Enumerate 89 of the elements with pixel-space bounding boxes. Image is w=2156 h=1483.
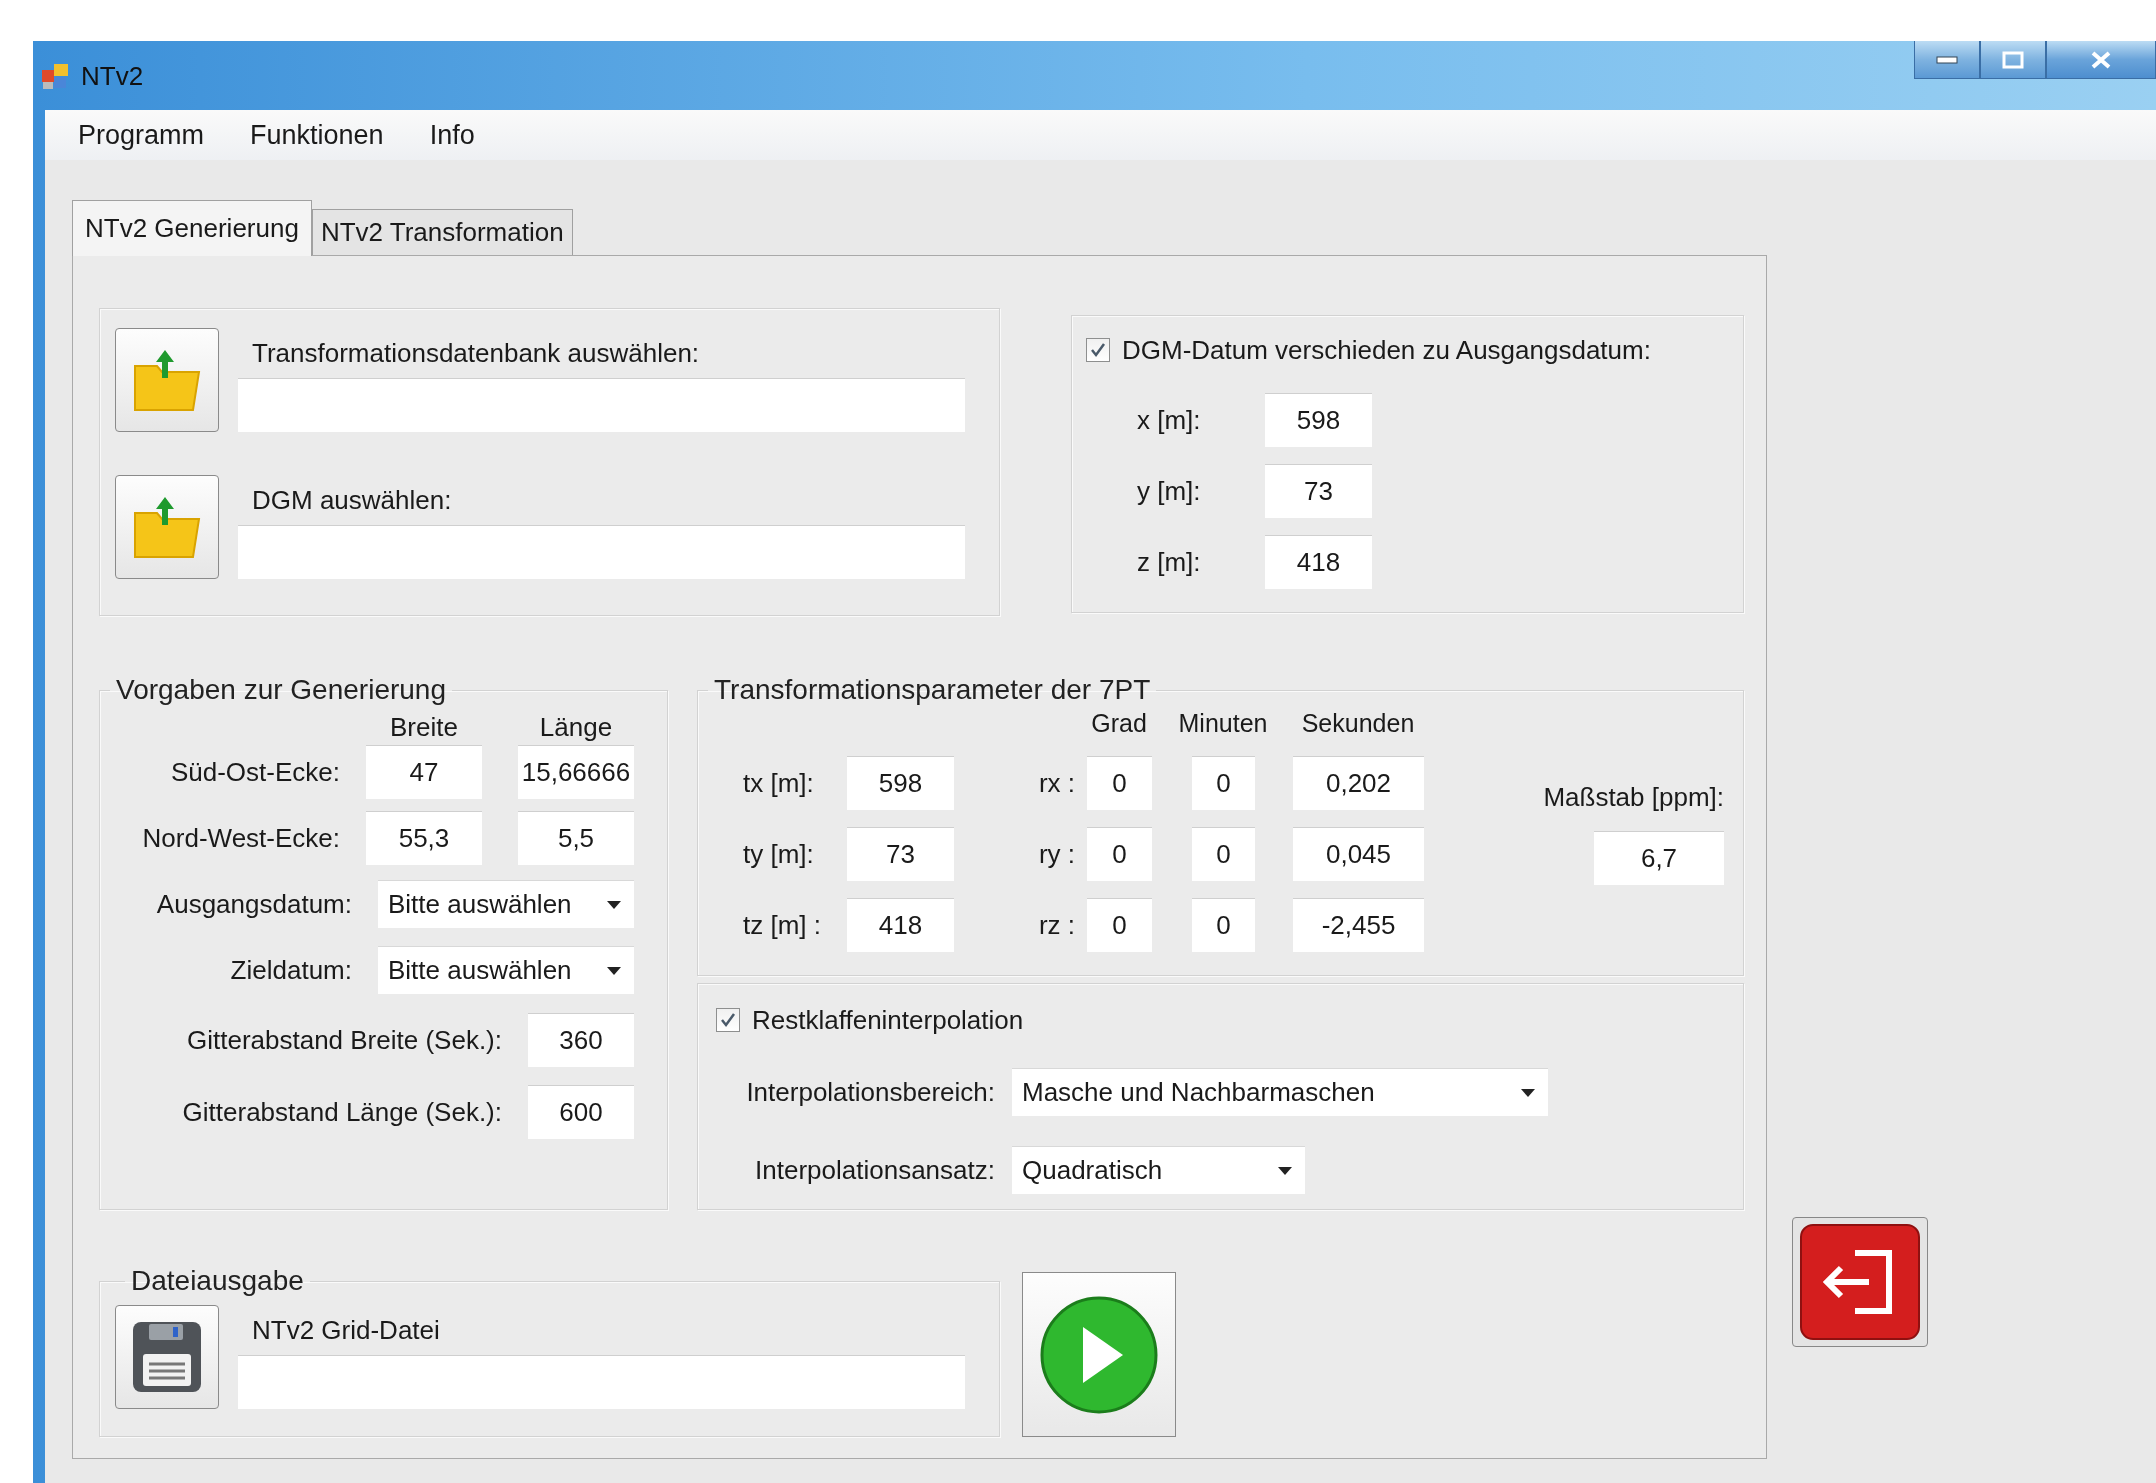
number-field[interactable]: 0 bbox=[1087, 756, 1152, 810]
field-label: z [m]: bbox=[1137, 546, 1202, 578]
app-icon bbox=[41, 61, 71, 91]
field-label: DGM auswählen: bbox=[251, 485, 453, 517]
field-label: rx : bbox=[1037, 767, 1076, 799]
number-field[interactable]: 55,3 bbox=[366, 811, 482, 865]
number-field[interactable]: 0 bbox=[1192, 756, 1255, 810]
field-label: Süd-Ost-Ecke: bbox=[170, 756, 340, 788]
number-field[interactable]: 5,5 bbox=[518, 811, 634, 865]
number-field[interactable]: 15,66666 bbox=[518, 745, 634, 799]
close-icon bbox=[2090, 49, 2112, 70]
exit-icon bbox=[1799, 1223, 1921, 1341]
open-file-button[interactable] bbox=[115, 475, 219, 579]
checkbox[interactable] bbox=[716, 1008, 740, 1032]
field-label: tz [m] : bbox=[743, 909, 822, 941]
exit-button[interactable] bbox=[1792, 1217, 1928, 1347]
field-label: tx [m]: bbox=[743, 767, 815, 799]
tab[interactable]: NTv2 Generierung bbox=[72, 200, 312, 256]
menu-item[interactable]: Info bbox=[429, 119, 497, 151]
check-icon bbox=[719, 1011, 737, 1029]
number-field[interactable]: 0 bbox=[1192, 827, 1255, 881]
play-icon bbox=[1039, 1294, 1159, 1415]
number-field[interactable]: 0 bbox=[1087, 898, 1152, 952]
number-field[interactable]: -2,455 bbox=[1293, 898, 1424, 952]
column-header: Länge bbox=[538, 711, 614, 743]
field-label: ty [m]: bbox=[743, 838, 815, 870]
field-label: x [m]: bbox=[1137, 404, 1202, 436]
number-field[interactable]: 47 bbox=[366, 745, 482, 799]
field-label: NTv2 Grid-Datei bbox=[251, 1315, 441, 1347]
window-title: NTv2 bbox=[81, 61, 144, 92]
caret-icon bbox=[606, 965, 622, 976]
group-title: Vorgaben zur Generierung bbox=[115, 674, 447, 706]
column-header: Grad bbox=[1090, 708, 1148, 738]
field-label: Interpolationsbereich: bbox=[745, 1076, 995, 1108]
path-field[interactable] bbox=[238, 525, 965, 579]
dropdown[interactable]: Quadratisch bbox=[1012, 1146, 1305, 1194]
caret-icon bbox=[1520, 1087, 1536, 1098]
field-label: Nord-West-Ecke: bbox=[142, 822, 340, 854]
number-field[interactable]: 600 bbox=[528, 1085, 634, 1139]
group-title: Dateiausgabe bbox=[130, 1265, 305, 1297]
number-field[interactable]: 598 bbox=[847, 756, 954, 810]
field-label: Transformationsdatenbank auswählen: bbox=[251, 338, 701, 370]
checkbox-label: Restklaffeninterpolation bbox=[752, 1004, 1024, 1036]
tab[interactable]: NTv2 Transformation bbox=[311, 209, 573, 255]
close-button[interactable] bbox=[2046, 41, 2156, 79]
column-header: Sekunden bbox=[1300, 708, 1416, 738]
number-field[interactable]: 0,202 bbox=[1293, 756, 1424, 810]
field-label: Interpolationsansatz: bbox=[754, 1154, 995, 1186]
number-field[interactable]: 73 bbox=[847, 827, 954, 881]
save-button[interactable] bbox=[115, 1305, 219, 1409]
number-field[interactable]: 6,7 bbox=[1594, 831, 1724, 885]
minimize-button[interactable] bbox=[1914, 41, 1980, 79]
column-header: Breite bbox=[389, 711, 459, 743]
check-icon bbox=[1089, 341, 1107, 359]
field-label: Ausgangsdatum: bbox=[156, 888, 352, 920]
menu-item[interactable]: Funktionen bbox=[250, 119, 406, 151]
number-field[interactable]: 418 bbox=[1265, 535, 1372, 589]
path-field[interactable] bbox=[238, 378, 965, 432]
floppy-icon bbox=[131, 1320, 203, 1394]
menu-item[interactable]: Programm bbox=[78, 119, 227, 151]
field-label: Gitterabstand Breite (Sek.): bbox=[186, 1024, 502, 1056]
maximize-button[interactable] bbox=[1980, 41, 2046, 79]
number-field[interactable]: 0 bbox=[1087, 827, 1152, 881]
field-label: ry : bbox=[1037, 838, 1076, 870]
caret-icon bbox=[606, 899, 622, 910]
number-field[interactable]: 0,045 bbox=[1293, 827, 1424, 881]
field-label: Gitterabstand Länge (Sek.): bbox=[182, 1096, 502, 1128]
number-field[interactable]: 0 bbox=[1192, 898, 1255, 952]
dropdown[interactable]: Bitte auswählen bbox=[378, 946, 634, 994]
maximize-icon bbox=[2002, 50, 2024, 69]
number-field[interactable]: 73 bbox=[1265, 464, 1372, 518]
caret-icon bbox=[1277, 1165, 1293, 1176]
path-field[interactable] bbox=[238, 1355, 965, 1409]
number-field[interactable]: 598 bbox=[1265, 393, 1372, 447]
minimize-icon bbox=[1936, 55, 1958, 64]
field-label: Maßstab [ppm]: bbox=[1543, 782, 1724, 813]
group-title: Transformationsparameter der 7PT bbox=[713, 674, 1152, 706]
number-field[interactable]: 360 bbox=[528, 1013, 634, 1067]
dropdown[interactable]: Bitte auswählen bbox=[378, 880, 634, 928]
run-button[interactable] bbox=[1022, 1272, 1176, 1437]
checkbox[interactable] bbox=[1086, 338, 1110, 362]
open-file-button[interactable] bbox=[115, 328, 219, 432]
field-label: Zieldatum: bbox=[230, 954, 352, 986]
field-label: rz : bbox=[1037, 909, 1076, 941]
dropdown[interactable]: Masche und Nachbarmaschen bbox=[1012, 1068, 1548, 1116]
number-field[interactable]: 418 bbox=[847, 898, 954, 952]
checkbox-label: DGM-Datum verschieden zu Ausgangsdatum: bbox=[1122, 334, 1651, 366]
column-header: Minuten bbox=[1177, 708, 1269, 738]
field-label: y [m]: bbox=[1137, 475, 1202, 507]
